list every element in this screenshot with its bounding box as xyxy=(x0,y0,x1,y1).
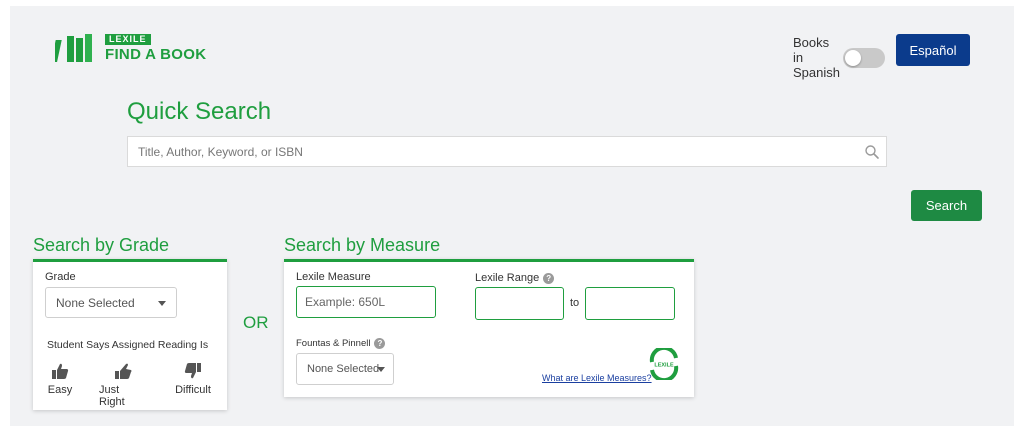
reading-easy-option[interactable]: Easy xyxy=(47,361,73,396)
range-to-label: to xyxy=(570,297,580,309)
books-in-spanish-label: Books in Spanish xyxy=(793,35,840,80)
books-in-spanish-toggle[interactable] xyxy=(843,47,885,68)
lexile-range-max-field xyxy=(585,287,675,320)
what-are-lexile-measures-link[interactable]: What are Lexile Measures? xyxy=(542,373,652,383)
fountas-pinnell-label-wrap: Fountas & Pinnell? xyxy=(296,338,386,350)
fountas-pinnell-label: Fountas & Pinnell xyxy=(296,338,371,350)
logo-badge: LEXILE xyxy=(105,34,151,45)
reading-difficult-option[interactable]: Difficult xyxy=(173,361,213,396)
fountas-pinnell-select[interactable]: None Selected xyxy=(296,353,394,385)
search-by-grade-title: Search by Grade xyxy=(33,235,170,255)
chevron-down-icon xyxy=(158,300,166,306)
reading-easy-label: Easy xyxy=(47,384,73,396)
help-icon[interactable]: ? xyxy=(374,338,386,349)
espanol-button[interactable]: Español xyxy=(896,34,970,66)
reading-level-label: Student Says Assigned Reading Is xyxy=(47,339,209,351)
lexile-range-label-wrap: Lexile Range? xyxy=(475,272,555,284)
quick-search-box xyxy=(127,136,887,167)
or-divider-label: OR xyxy=(243,313,269,332)
lexile-measure-field xyxy=(296,286,436,318)
books-in-spanish-control: Books in Spanish xyxy=(793,35,885,80)
fountas-pinnell-select-value: None Selected xyxy=(307,363,380,375)
search-button[interactable]: Search xyxy=(911,190,982,221)
lexile-range-label: Lexile Range xyxy=(475,272,540,284)
logo-name: FIND A BOOK xyxy=(105,46,207,63)
toggle-knob xyxy=(845,49,861,66)
search-icon[interactable] xyxy=(864,144,880,160)
help-icon[interactable]: ? xyxy=(543,272,555,284)
chevron-down-icon xyxy=(377,367,385,372)
reading-just-right-label: Just Right xyxy=(99,384,125,408)
lexile-badge-text: LEXILE xyxy=(654,363,674,369)
grade-select[interactable]: None Selected xyxy=(45,287,177,318)
grade-label: Grade xyxy=(45,271,76,283)
books-logo-icon xyxy=(55,34,92,62)
reading-just-right-option[interactable]: Just Right xyxy=(99,361,147,408)
quick-search-title: Quick Search xyxy=(127,98,272,125)
lexile-measure-input[interactable] xyxy=(297,287,435,317)
lexile-range-max-input[interactable] xyxy=(586,288,674,319)
thumbs-down-icon xyxy=(184,363,201,379)
search-by-grade-card: Grade None Selected Student Says Assigne… xyxy=(33,259,227,410)
grade-select-value: None Selected xyxy=(56,295,135,310)
lexile-range-min-input[interactable] xyxy=(476,288,563,319)
thumbs-sideways-icon xyxy=(115,363,132,379)
lexile-range-min-field xyxy=(475,287,564,320)
lexile-measure-label: Lexile Measure xyxy=(296,271,371,283)
search-by-measure-title: Search by Measure xyxy=(284,235,441,255)
lexile-find-a-book-logo[interactable]: LEXILE FIND A BOOK xyxy=(55,34,206,62)
thumbs-up-icon xyxy=(52,363,69,379)
quick-search-input[interactable] xyxy=(128,137,886,166)
reading-difficult-label: Difficult xyxy=(175,384,211,396)
lexile-badge-icon: LEXILE xyxy=(649,348,679,380)
